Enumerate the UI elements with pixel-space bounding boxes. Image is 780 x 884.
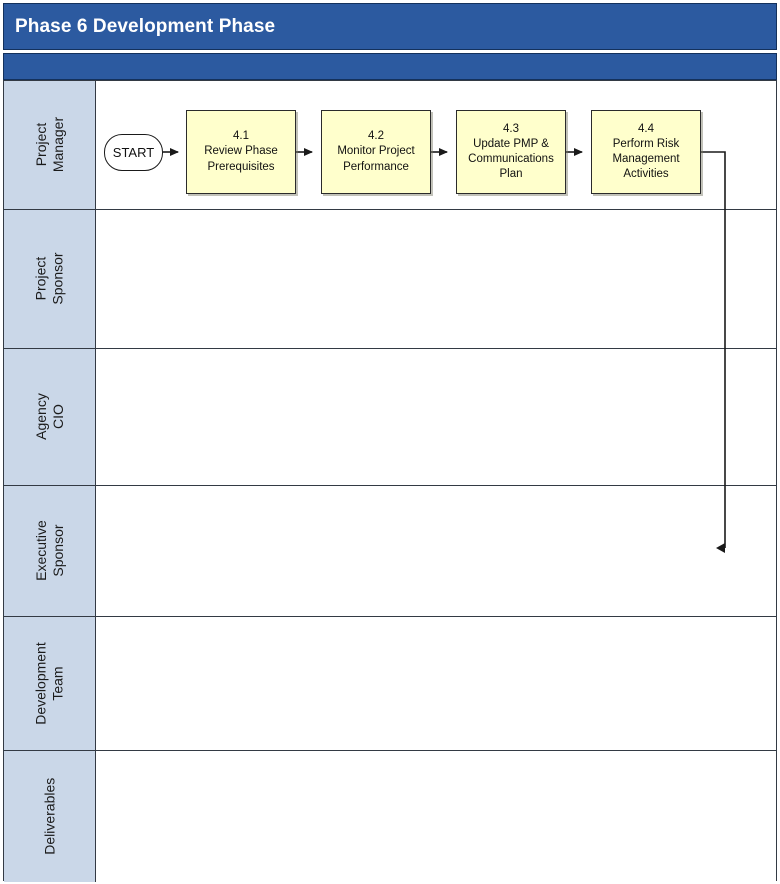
process-label-line-1: Update PMP & [473, 137, 549, 150]
lane-development-team: Development Team [4, 617, 776, 751]
lane-label-agency-cio: Agency CIO [33, 394, 66, 441]
lane-body-project-sponsor [96, 210, 776, 348]
lane-label-line-1: Project [32, 123, 49, 167]
swimlane-grid: Project Manager Project Sponsor Agency C… [3, 80, 777, 882]
lane-header-executive-sponsor: Executive Sponsor [4, 486, 96, 616]
process-label-line-3: Activities [623, 168, 669, 181]
lane-agency-cio: Agency CIO [4, 349, 776, 486]
start-terminator[interactable]: START [104, 134, 163, 171]
lane-body-executive-sponsor [96, 486, 776, 616]
lane-project-sponsor: Project Sponsor [4, 210, 776, 349]
process-label-line-2: Communications [468, 153, 554, 165]
swimlane-diagram: Phase 6 Development Phase Project Manage… [0, 0, 780, 884]
diagram-title-bar: Phase 6 Development Phase [3, 3, 777, 50]
lane-label-line-1: Executive [32, 520, 49, 582]
process-number: 4.2 [368, 130, 384, 143]
process-label-line-2: Prerequisites [207, 160, 275, 173]
process-label-line-1: Perform Risk [612, 137, 680, 150]
lane-label-project-sponsor: Project Sponsor [33, 253, 66, 305]
lane-body-development-team [96, 617, 776, 750]
start-terminator-label: START [112, 145, 155, 160]
process-label-line-2: Management [612, 153, 680, 165]
lane-header-project-sponsor: Project Sponsor [4, 210, 96, 348]
process-number: 4.3 [503, 122, 519, 135]
process-label-line-3: Plan [499, 168, 523, 181]
lane-label-line-2: Team [49, 666, 66, 701]
process-box-4-4[interactable]: 4.4 Perform Risk Management Activities [591, 110, 701, 194]
process-box-4-3[interactable]: 4.3 Update PMP & Communications Plan [456, 110, 566, 194]
lane-body-deliverables [96, 751, 776, 882]
lane-body-agency-cio [96, 349, 776, 485]
lane-label-line-1: Development [32, 642, 49, 725]
lane-executive-sponsor: Executive Sponsor [4, 486, 776, 617]
lane-deliverables: Deliverables [4, 751, 776, 882]
process-box-4-1[interactable]: 4.1 Review Phase Prerequisites [186, 110, 296, 194]
lane-label-deliverables: Deliverables [41, 778, 58, 855]
lane-label-line-2: Manager [49, 117, 66, 173]
lane-label-line-1: Project [32, 257, 49, 301]
lane-header-development-team: Development Team [4, 617, 96, 750]
process-box-4-2[interactable]: 4.2 Monitor Project Performance [321, 110, 431, 194]
process-number: 4.1 [233, 130, 249, 143]
process-label-line-1: Review Phase [204, 145, 278, 158]
process-number: 4.4 [638, 122, 654, 135]
lane-label-line-2: CIO [49, 404, 66, 430]
lane-label-executive-sponsor: Executive Sponsor [33, 521, 66, 582]
lane-header-agency-cio: Agency CIO [4, 349, 96, 485]
lane-label-line-2: Sponsor [49, 252, 66, 306]
process-label-line-1: Monitor Project [337, 145, 415, 158]
diagram-subtitle-bar [3, 53, 777, 80]
page-title: Phase 6 Development Phase [15, 15, 276, 37]
lane-label-development-team: Development Team [33, 642, 66, 725]
lane-label-project-manager: Project Manager [33, 117, 66, 172]
lane-header-project-manager: Project Manager [4, 81, 96, 209]
lane-label-line-1: Agency [32, 393, 49, 441]
lane-header-deliverables: Deliverables [4, 751, 96, 882]
process-label-line-2: Performance [343, 160, 409, 173]
lane-label-line-1: Deliverables [41, 777, 58, 856]
lane-label-line-2: Sponsor [49, 524, 66, 578]
